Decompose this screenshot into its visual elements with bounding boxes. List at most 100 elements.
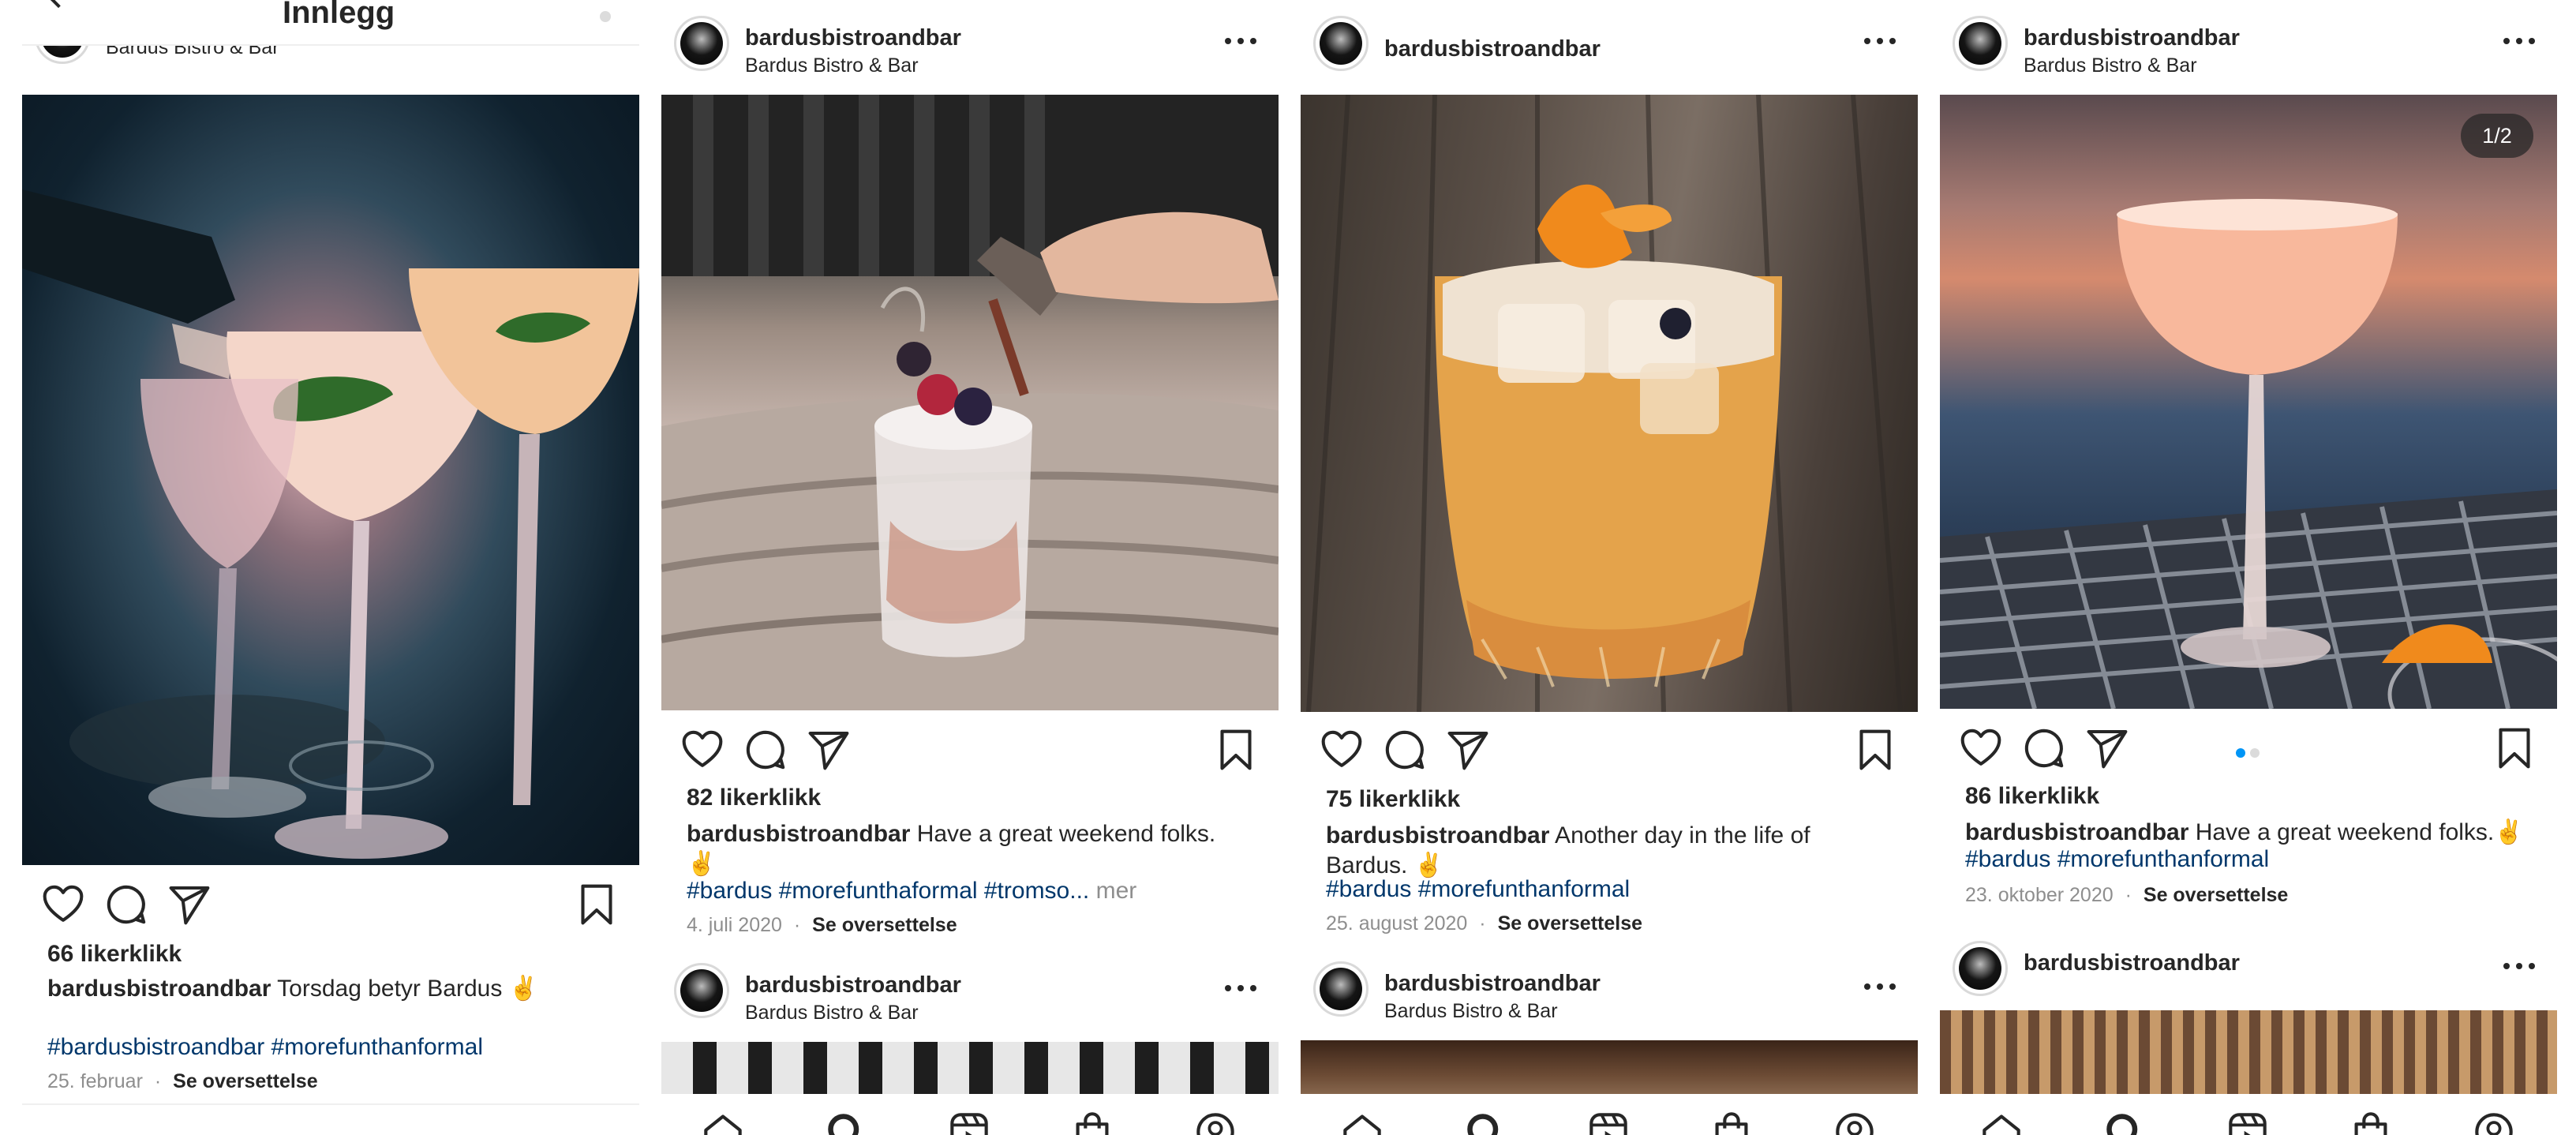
- shop-bag-icon[interactable]: [1072, 1111, 1113, 1135]
- post-photo[interactable]: [1301, 95, 1918, 712]
- post-hashtags[interactable]: #bardusbistroandbar #morefunthanformal: [47, 1032, 608, 1062]
- home-icon[interactable]: [702, 1111, 743, 1135]
- profile-icon[interactable]: [1195, 1111, 1236, 1135]
- post-date: 25. august 2020: [1326, 912, 1468, 935]
- send-icon[interactable]: [167, 882, 212, 927]
- heart-icon[interactable]: [680, 728, 724, 772]
- translate-link[interactable]: Se oversettelse: [173, 1070, 317, 1092]
- likes-count[interactable]: 82 likerklikk: [687, 785, 821, 811]
- cocktail-photo-illustration: [1940, 199, 2557, 709]
- caption-username[interactable]: bardusbistroandbar: [47, 976, 271, 1002]
- hashtag-links[interactable]: #bardus #morefunthaformal #tromso...: [687, 878, 1089, 904]
- post-location[interactable]: Bardus Bistro & Bar: [745, 1002, 919, 1024]
- avatar[interactable]: [1313, 961, 1368, 1017]
- comment-icon[interactable]: [743, 728, 788, 772]
- comment-icon[interactable]: [104, 882, 148, 927]
- translate-link[interactable]: Se oversettelse: [2144, 884, 2288, 906]
- carousel-dot[interactable]: [2250, 748, 2260, 758]
- post-location[interactable]: Bardus Bistro & Bar: [745, 54, 919, 77]
- post-photo[interactable]: [22, 95, 639, 865]
- caption-username[interactable]: bardusbistroandbar: [687, 821, 910, 847]
- cocktail-photo-illustration: [661, 95, 1279, 710]
- next-post-photo[interactable]: [661, 1042, 1279, 1097]
- profile-icon[interactable]: [2473, 1111, 2514, 1135]
- reels-icon[interactable]: [2227, 1111, 2268, 1135]
- caption-text: Have a great weekend folks.✌️: [2188, 819, 2524, 845]
- post-caption: bardusbistroandbar Torsdag betyr Bardus …: [47, 974, 608, 1004]
- avatar[interactable]: [1953, 16, 2008, 71]
- comment-icon[interactable]: [2022, 726, 2066, 770]
- shop-bag-icon[interactable]: [2350, 1111, 2391, 1135]
- next-post-header: bardusbistroandbar Bardus Bistro & Bar: [1301, 946, 1918, 1029]
- post-photo[interactable]: [661, 95, 1279, 710]
- likes-count[interactable]: 66 likerklikk: [47, 941, 182, 968]
- reels-icon[interactable]: [1588, 1111, 1629, 1135]
- post-hashtags[interactable]: #bardus #morefunthanformal: [1326, 875, 1886, 905]
- post-date: 25. februar: [47, 1070, 143, 1092]
- back-arrow-icon[interactable]: [47, 0, 70, 9]
- shop-bag-icon[interactable]: [1711, 1111, 1752, 1135]
- next-post-photo[interactable]: [1940, 1010, 2557, 1097]
- search-icon[interactable]: [826, 1111, 867, 1135]
- post-hashtags[interactable]: #bardus #morefunthanformal: [1965, 845, 2525, 875]
- more-options-button[interactable]: [1864, 983, 1899, 993]
- comment-icon[interactable]: [1383, 728, 1427, 772]
- translate-link[interactable]: Se oversettelse: [812, 914, 957, 936]
- avatar[interactable]: [674, 963, 729, 1018]
- post-photo[interactable]: 1/2: [1940, 95, 2557, 709]
- send-icon[interactable]: [2085, 726, 2129, 770]
- post-location[interactable]: Bardus Bistro & Bar: [1384, 1000, 1558, 1023]
- more-options-button[interactable]: [2503, 963, 2538, 972]
- post-caption: bardusbistroandbar Another day in the li…: [1326, 821, 1877, 881]
- post-date: 4. juli 2020: [687, 914, 782, 936]
- post-header: bardusbistroandbar: [1301, 0, 1918, 84]
- profile-icon[interactable]: [1834, 1111, 1875, 1135]
- home-icon[interactable]: [1342, 1111, 1383, 1135]
- post-meta: 23. oktober 2020 · Se oversettelse: [1965, 884, 2288, 907]
- caption-username[interactable]: bardusbistroandbar: [1965, 819, 2188, 845]
- next-post-photo[interactable]: [1301, 1040, 1918, 1097]
- home-icon[interactable]: [1981, 1111, 2022, 1135]
- more-options-button[interactable]: [2503, 38, 2538, 47]
- top-bar: Innlegg: [22, 0, 639, 46]
- refresh-indicator-icon: [600, 11, 611, 22]
- post-username[interactable]: bardusbistroandbar: [1384, 36, 1601, 62]
- bookmark-icon[interactable]: [575, 882, 619, 927]
- heart-icon[interactable]: [41, 882, 85, 927]
- more-link[interactable]: mer: [1089, 878, 1137, 904]
- translate-link[interactable]: Se oversettelse: [1498, 912, 1642, 935]
- more-options-button[interactable]: [1225, 985, 1260, 995]
- post-username[interactable]: bardusbistroandbar: [2024, 25, 2240, 51]
- likes-count[interactable]: 86 likerklikk: [1965, 783, 2099, 810]
- post-hashtags: #bardus #morefunthaformal #tromso... mer: [687, 876, 1247, 906]
- search-icon[interactable]: [2104, 1111, 2145, 1135]
- avatar[interactable]: [674, 16, 729, 71]
- bottom-navigation: [661, 1094, 1279, 1135]
- send-icon[interactable]: [807, 728, 851, 772]
- more-options-button[interactable]: [1225, 38, 1260, 47]
- send-icon[interactable]: [1446, 728, 1490, 772]
- feed-panel-2: bardusbistroandbar Bardus Bistro & Bar 8…: [661, 0, 1279, 1135]
- heart-icon[interactable]: [1959, 726, 2003, 770]
- carousel-dot[interactable]: [2236, 748, 2245, 758]
- bookmark-icon[interactable]: [2492, 726, 2537, 770]
- feed-panel-1: Innlegg bardusbistroandbar Bardus Bistro…: [22, 0, 639, 1135]
- post-username[interactable]: bardusbistroandbar: [745, 25, 961, 51]
- more-options-button[interactable]: [1864, 38, 1899, 47]
- post-location[interactable]: Bardus Bistro & Bar: [2024, 54, 2197, 77]
- next-post-header: bardusbistroandbar: [1940, 925, 2557, 1009]
- post-caption: bardusbistroandbar Have a great weekend …: [687, 819, 1247, 879]
- search-icon[interactable]: [1465, 1111, 1506, 1135]
- carousel-counter: 1/2: [2461, 114, 2533, 158]
- post-username[interactable]: bardusbistroandbar: [2024, 950, 2240, 976]
- caption-username[interactable]: bardusbistroandbar: [1326, 822, 1549, 848]
- post-username[interactable]: bardusbistroandbar: [1384, 971, 1601, 997]
- bookmark-icon[interactable]: [1214, 728, 1258, 772]
- post-username[interactable]: bardusbistroandbar: [745, 972, 961, 998]
- avatar[interactable]: [1953, 941, 2008, 996]
- bookmark-icon[interactable]: [1853, 728, 1897, 772]
- avatar[interactable]: [1313, 16, 1368, 71]
- heart-icon[interactable]: [1320, 728, 1364, 772]
- reels-icon[interactable]: [949, 1111, 990, 1135]
- likes-count[interactable]: 75 likerklikk: [1326, 786, 1460, 813]
